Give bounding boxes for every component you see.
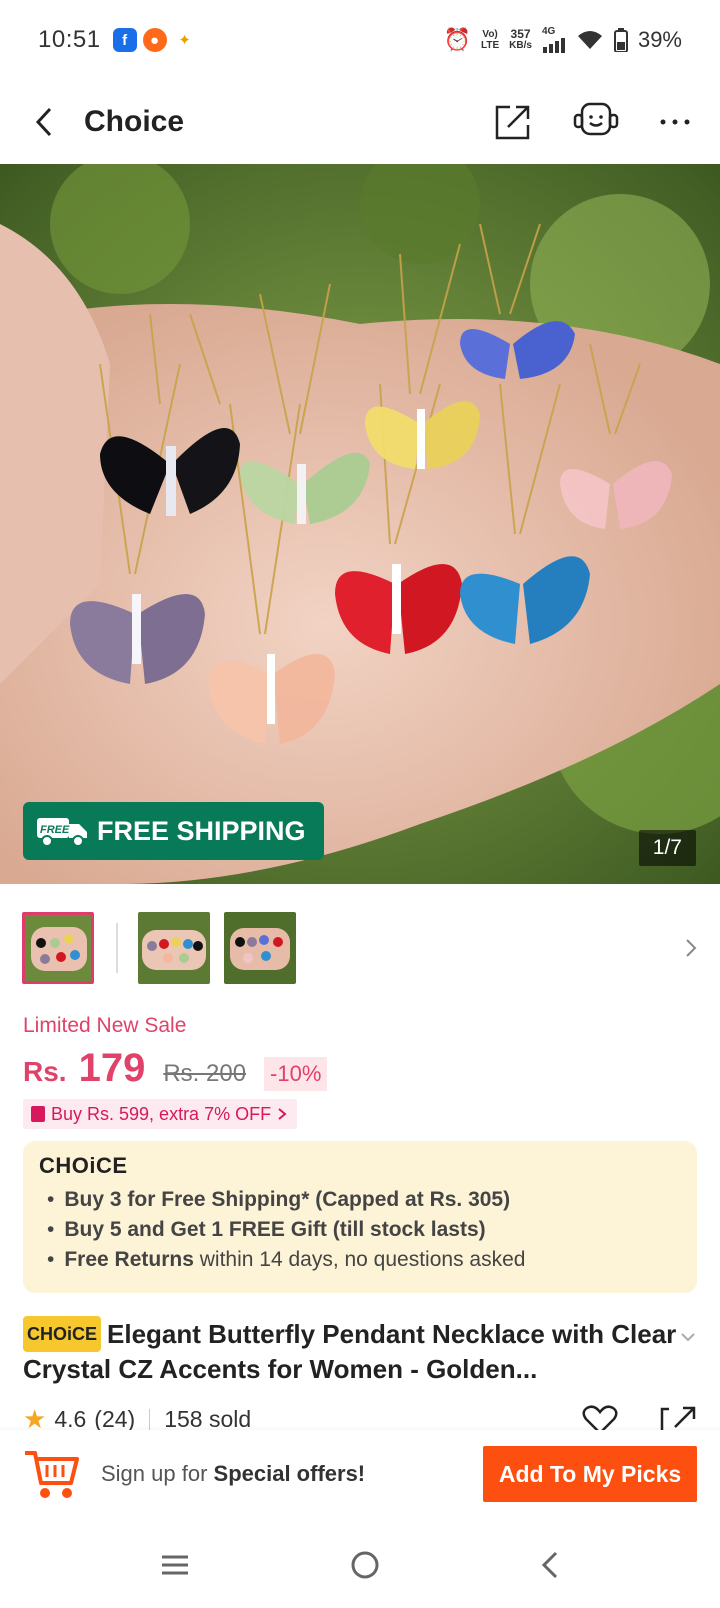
facebook-icon: f: [112, 28, 137, 52]
volte-indicator: Vo) LTE: [481, 29, 500, 51]
rating-score: 4.6: [54, 1406, 87, 1432]
chevron-right-icon[interactable]: [684, 937, 698, 959]
review-count[interactable]: (24): [94, 1406, 135, 1433]
price-row: Rs. 179 Rs. 200 -10%: [23, 1046, 328, 1091]
product-title[interactable]: CHOiCE Elegant Butterfly Pendant Necklace…: [23, 1316, 683, 1386]
home-circle-icon[interactable]: [350, 1550, 380, 1580]
free-shipping-badge: FREE FREE SHIPPING: [23, 802, 324, 860]
system-navigation-bar: [0, 1522, 720, 1608]
customer-service-icon[interactable]: [572, 101, 620, 143]
image-counter: 1/7: [638, 830, 696, 866]
alarm-icon: ⏰: [443, 27, 471, 52]
thumbnail-divider: [116, 923, 118, 973]
thumbnail-strip: [22, 910, 698, 986]
chevron-right-small-icon: [278, 1108, 287, 1120]
bottom-action-bar: Sign up for Special offers! Add To My Pi…: [0, 1430, 720, 1518]
price-currency: Rs.: [23, 1056, 67, 1087]
more-options-icon[interactable]: [660, 117, 690, 127]
star-app-icon: ✦: [178, 32, 191, 49]
free-shipping-label: FREE SHIPPING: [97, 815, 306, 846]
coupon-icon: [31, 1106, 45, 1122]
thumbnail-2[interactable]: [138, 912, 210, 984]
status-time: 10:51: [38, 26, 101, 53]
promo-chip[interactable]: Buy Rs. 599, extra 7% OFF: [23, 1099, 298, 1129]
free-badge-text: FREE: [40, 824, 70, 836]
choice-benefits-card[interactable]: CHOiCE • Buy 3 for Free Shipping* (Capped…: [23, 1141, 697, 1293]
discount-badge: -10%: [264, 1057, 328, 1091]
battery-icon: [613, 28, 628, 52]
back-nav-icon[interactable]: [540, 1550, 560, 1580]
rating-divider: [149, 1408, 151, 1431]
app-header: Choice: [0, 80, 720, 164]
wifi-icon: [577, 31, 602, 49]
status-right: ⏰ Vo) LTE 357 KB/s 4G 39%: [444, 27, 682, 53]
signal-icon: 4G: [542, 27, 566, 53]
share-icon[interactable]: [494, 103, 532, 141]
truck-icon: FREE: [37, 818, 87, 847]
back-arrow-icon[interactable]: [30, 105, 60, 139]
thumbnail-3[interactable]: [224, 912, 296, 984]
thumbnail-1[interactable]: [22, 912, 94, 984]
add-to-picks-button[interactable]: Add To My Picks: [483, 1446, 697, 1502]
promo-text: Buy Rs. 599, extra 7% OFF: [51, 1103, 272, 1124]
benefit-item: • Free Returns within 14 days, no questio…: [47, 1248, 526, 1271]
benefit-item: • Buy 3 for Free Shipping* (Capped at Rs.…: [47, 1188, 511, 1211]
signup-text[interactable]: Sign up for Special offers!: [101, 1461, 365, 1487]
original-price: Rs. 200: [163, 1060, 247, 1087]
cart-icon[interactable]: [23, 1447, 79, 1501]
sold-count: 158 sold: [164, 1406, 252, 1432]
page-title: Choice: [84, 105, 185, 138]
choice-logo: CHOiCE: [39, 1153, 128, 1178]
battery-percent: 39%: [637, 27, 682, 52]
status-bar: 10:51 f ● ✦ ⏰ Vo) LTE 357 KB/s 4G 39%: [0, 0, 720, 80]
header-actions: [494, 101, 690, 143]
expand-chevron-icon[interactable]: [680, 1332, 696, 1342]
choice-badge: CHOiCE: [23, 1316, 102, 1352]
sale-label: Limited New Sale: [23, 1014, 187, 1037]
network-speed: 357 KB/s: [509, 27, 532, 51]
current-price: 179: [78, 1046, 146, 1090]
notification-icons: f ● ✦: [112, 28, 197, 52]
product-image-gallery[interactable]: FREE FREE SHIPPING 1/7: [0, 164, 720, 884]
app-notification-icon: ●: [142, 28, 167, 52]
product-photo: [0, 164, 720, 884]
menu-icon[interactable]: [160, 1553, 190, 1577]
benefit-item: • Buy 5 and Get 1 FREE Gift (till stock l…: [47, 1218, 486, 1241]
